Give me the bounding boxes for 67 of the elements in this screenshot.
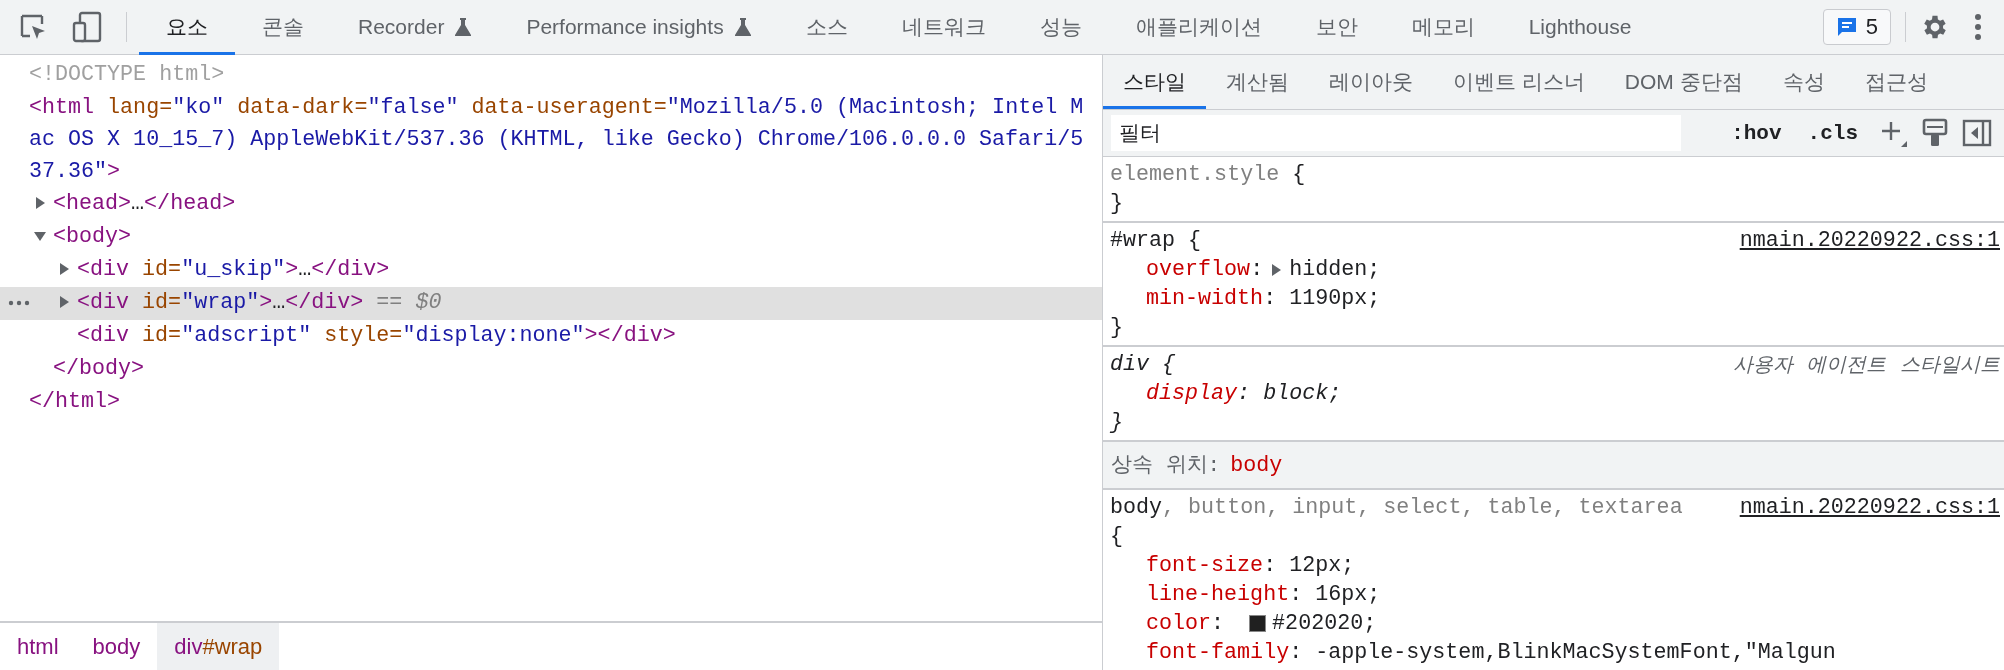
panel-tab[interactable]: 네트워크 — [874, 0, 1013, 55]
dom-node-line[interactable]: <body> — [0, 221, 1102, 254]
dom-node-line[interactable]: <html lang="ko" data-dark="false" data-useragent="Mozilla/5.0 (Macintosh; Intel Mac OS X 10_15_7) AppleWebKit/537.36 (KHTML, like Gecko) Chrome/106.0.0.0 Safari/537.36"> — [0, 92, 1102, 188]
panel-tab[interactable]: 콘솔 — [235, 0, 331, 55]
sidebar-tab[interactable]: 속성 — [1762, 55, 1845, 109]
sidebar-tab[interactable]: 이벤트 리스너 — [1433, 55, 1605, 109]
dom-node-line[interactable]: <head>…</head> — [0, 188, 1102, 221]
caret-right-icon[interactable] — [57, 262, 71, 277]
sidebar-tab[interactable]: 접근성 — [1844, 55, 1948, 109]
panel-tab[interactable]: Performance insights — [499, 0, 779, 55]
css-declaration[interactable]: line-height: 16px; — [1110, 580, 2004, 609]
toggle-button[interactable]: :hov — [1725, 121, 1788, 145]
opening-brace: { — [1110, 524, 1123, 549]
closing-brace: } — [1110, 314, 1123, 342]
more-icon[interactable] — [8, 300, 30, 306]
panel-tab[interactable]: 보안 — [1288, 0, 1385, 55]
opening-brace: { — [1292, 162, 1306, 187]
caret-right-icon[interactable] — [57, 295, 71, 310]
opening-brace: { — [1162, 352, 1176, 377]
css-declaration[interactable]: color: #202020; — [1110, 609, 2004, 638]
panel-tab[interactable]: 성능 — [1012, 0, 1109, 55]
opening-brace: { — [1188, 228, 1202, 253]
css-selector: div — [1110, 352, 1150, 377]
panel-tab[interactable]: Lighthouse — [1501, 0, 1659, 55]
flask-icon — [454, 17, 473, 37]
closing-brace: } — [1110, 409, 1123, 437]
css-declaration[interactable]: font-size: 12px; — [1110, 551, 2004, 580]
panel-tab[interactable]: 애플리케이션 — [1108, 0, 1289, 55]
color-swatch[interactable] — [1249, 615, 1267, 632]
css-declaration[interactable]: min-width: 1190px; — [1110, 284, 2004, 313]
source-link[interactable]: nmain.20220922.css:1 — [1739, 226, 2000, 255]
css-declaration[interactable]: display: block; — [1110, 379, 2004, 408]
dom-node-line[interactable]: <div id="u_skip">…</div> — [0, 254, 1102, 287]
dom-node-line[interactable]: <div id="adscript" style="display:none"></div> — [0, 320, 1102, 353]
devices-icon[interactable] — [72, 11, 104, 43]
flask-icon — [733, 17, 752, 37]
breadcrumb[interactable]: div#wrap — [157, 623, 280, 670]
css-declaration[interactable]: overflow: hidden; — [1110, 255, 2004, 284]
panel-tab[interactable]: Recorder — [331, 0, 500, 55]
message-icon — [1835, 16, 1858, 38]
css-selector: #wrap — [1110, 228, 1176, 253]
breadcrumb[interactable]: html — [0, 623, 76, 670]
dom-node-line[interactable]: </html> — [0, 386, 1102, 419]
inherited-element-link[interactable]: body — [1230, 450, 1283, 480]
css-declaration[interactable]: font-family: -apple-system,BlinkMacSystemFont,"Malgun — [1110, 638, 2004, 667]
filter-field[interactable]: 필터 — [1111, 115, 1681, 151]
css-selector: , button, input, select, table, textarea — [1162, 495, 1683, 520]
caret-right-icon[interactable] — [33, 196, 47, 211]
css-selector: body — [1110, 495, 1163, 520]
dom-node-line[interactable]: </body> — [0, 353, 1102, 386]
sidebar-tab[interactable]: 레이아웃 — [1309, 55, 1433, 109]
source-link[interactable]: nmain.20220922.css:1 — [1739, 493, 2000, 551]
paint-roller-icon[interactable] — [1922, 118, 1948, 148]
sidebar-toggle-icon[interactable] — [1962, 118, 1992, 148]
panel-tab[interactable]: 요소 — [139, 0, 235, 55]
more-menu-icon[interactable] — [1974, 13, 1982, 41]
issues-button[interactable]: 5 — [1822, 9, 1891, 45]
sidebar-tab[interactable]: 계산됨 — [1206, 55, 1309, 109]
inherited-from-label: 상속 위치: — [1111, 452, 1221, 479]
panel-tab[interactable]: 메모리 — [1384, 0, 1502, 55]
panel-tab[interactable]: 소스 — [778, 0, 875, 55]
stylesheet-label: 사용자 에이전트 스타일시트 — [1732, 352, 2000, 377]
css-selector: element.style — [1110, 162, 1280, 187]
closing-brace: } — [1110, 190, 1123, 218]
toggle-button[interactable]: .cls — [1801, 121, 1864, 145]
breadcrumb[interactable]: body — [75, 623, 158, 670]
sidebar-tab[interactable]: DOM 중단점 — [1604, 55, 1763, 109]
